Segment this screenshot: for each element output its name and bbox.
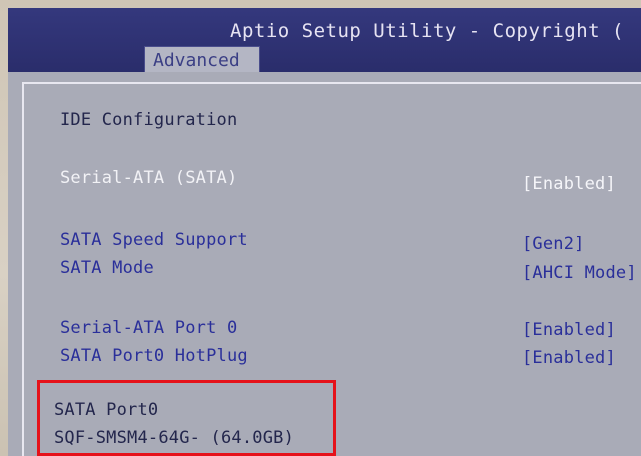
setting-sata-mode-label[interactable]: SATA Mode	[60, 258, 154, 278]
setting-port0-label[interactable]: Serial-ATA Port 0	[60, 318, 237, 338]
setting-hotplug-value[interactable]: [Enabled]	[522, 348, 616, 368]
setting-sata-speed-label[interactable]: SATA Speed Support	[60, 230, 248, 250]
photo-frame: Aptio Setup Utility - Copyright ( Advanc…	[0, 0, 641, 456]
setting-hotplug-label[interactable]: SATA Port0 HotPlug	[60, 346, 248, 366]
setting-sata-speed-value[interactable]: [Gen2]	[522, 234, 585, 254]
setting-serial-ata-value[interactable]: [Enabled]	[522, 174, 616, 194]
setting-port0-value[interactable]: [Enabled]	[522, 320, 616, 340]
tab-advanced-label: Advanced	[153, 50, 240, 71]
annotation-highlight	[37, 380, 336, 456]
tab-advanced[interactable]: Advanced	[144, 46, 260, 72]
title-bar: Aptio Setup Utility - Copyright ( Advanc…	[8, 8, 641, 72]
setting-serial-ata-label[interactable]: Serial-ATA (SATA)	[60, 168, 237, 188]
setting-sata-mode-value[interactable]: [AHCI Mode]	[522, 263, 637, 283]
section-title: IDE Configuration	[60, 110, 238, 130]
app-title: Aptio Setup Utility - Copyright (	[230, 20, 624, 42]
